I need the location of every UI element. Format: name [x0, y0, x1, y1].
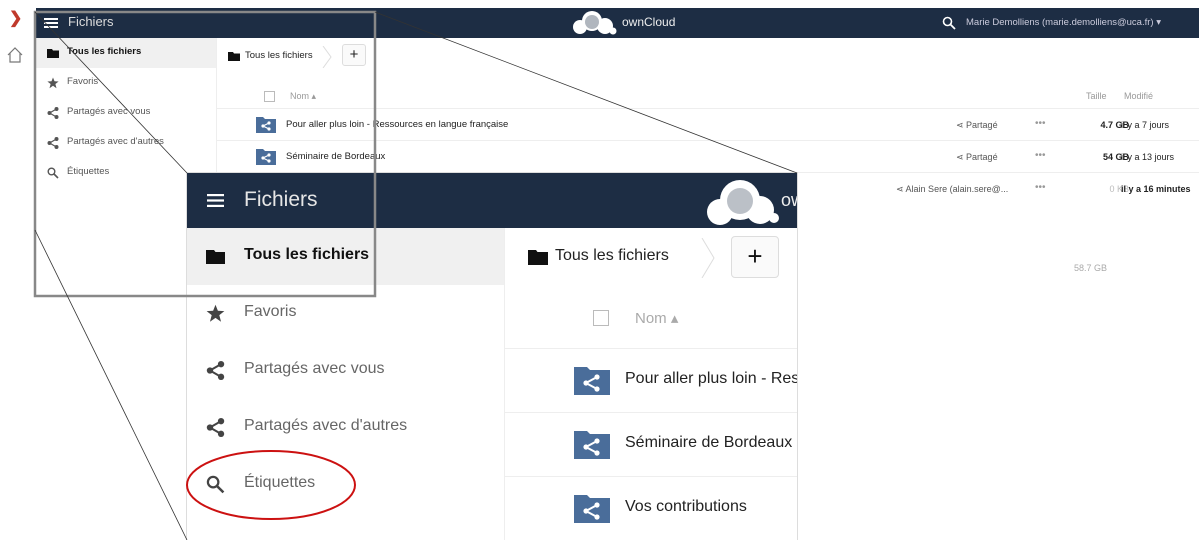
- column-header: Nom ▴: [504, 288, 797, 348]
- share-icon: [206, 418, 225, 437]
- breadcrumb-label: Tous les fichiers: [555, 247, 669, 264]
- top-bar: Fichiers ownCloud Marie Demolliens (mari…: [36, 8, 1199, 38]
- modified-date: il y a 7 jours: [1121, 120, 1170, 130]
- star-icon: [206, 304, 225, 322]
- add-button[interactable]: +: [342, 44, 366, 66]
- brand-name[interactable]: ownCloud: [622, 15, 675, 29]
- sidebar-item-label: Étiquettes: [244, 474, 316, 491]
- folder-icon: [47, 49, 59, 58]
- file-name[interactable]: Vos contributions: [625, 498, 747, 516]
- share-icon: [47, 107, 59, 119]
- sidebar-item-label: Tous les fichiers: [244, 246, 370, 263]
- zoom-top-bar: Fichiers ow: [187, 173, 797, 228]
- sidebar-item-label: Tous les fichiers: [67, 46, 142, 57]
- sidebar-item-favorites[interactable]: Favoris: [36, 68, 216, 98]
- share-label: Alain Sere (alain.sere@...: [905, 184, 1009, 194]
- shared-folder-icon: [574, 367, 610, 395]
- sidebar-item-label: Partagés avec vous: [67, 106, 151, 117]
- app-title[interactable]: Fichiers: [68, 14, 114, 29]
- column-header: Nom ▴ Taille Modifié: [216, 86, 1199, 108]
- sidebar-item-label: Partagés avec vous: [244, 360, 385, 377]
- sidebar-item-label: Partagés avec d'autres: [244, 417, 408, 434]
- folder-icon: [206, 250, 225, 264]
- share-icon: [206, 361, 225, 380]
- shared-folder-icon: [256, 149, 276, 165]
- sidebar-item-shared-with-others[interactable]: Partagés avec d'autres: [36, 128, 216, 158]
- share-status[interactable]: ⋖ Alain Sere (alain.sere@...: [896, 184, 1008, 195]
- sidebar-item-shared-with-others[interactable]: Partagés avec d'autres: [187, 399, 504, 456]
- menu-icon[interactable]: [207, 193, 224, 208]
- sidebar-item-all-files[interactable]: Tous les fichiers: [187, 228, 504, 285]
- owncloud-logo-icon[interactable]: [700, 174, 780, 228]
- shared-folder-icon: [574, 431, 610, 459]
- sidebar-item-favorites[interactable]: Favoris: [187, 285, 504, 342]
- zoom-file-list: Tous les fichiers + Nom ▴ Pour aller plu…: [504, 228, 797, 540]
- share-label: Partagé: [966, 152, 998, 162]
- table-row[interactable]: Pour aller plus loin - Res: [504, 348, 797, 413]
- modified-date: il y a 13 jours: [1121, 152, 1175, 162]
- folder-icon: [228, 52, 240, 61]
- search-icon[interactable]: [942, 16, 956, 30]
- sidebar-item-shared-with-you[interactable]: Partagés avec vous: [187, 342, 504, 399]
- shared-folder-icon: [256, 117, 276, 133]
- chevron-right-icon[interactable]: ❯: [9, 8, 22, 28]
- shared-folder-icon: [574, 495, 610, 523]
- share-label: Partagé: [966, 120, 998, 130]
- file-name[interactable]: Séminaire de Bordeaux: [286, 151, 385, 162]
- owncloud-logo-icon[interactable]: [566, 10, 618, 36]
- table-row[interactable]: Pour aller plus loin - Ressources en lan…: [216, 108, 1199, 141]
- folder-icon: [528, 250, 548, 265]
- share-status[interactable]: ⋖ Partagé: [956, 120, 998, 131]
- file-actions-menu[interactable]: •••: [1035, 182, 1046, 193]
- sidebar-item-all-files[interactable]: Tous les fichiers: [36, 38, 216, 68]
- menu-icon[interactable]: [44, 15, 58, 31]
- brand-name[interactable]: ow: [781, 190, 797, 211]
- share-status[interactable]: ⋖ Partagé: [956, 152, 998, 163]
- search-icon: [206, 475, 225, 494]
- sidebar-item-label: Étiquettes: [67, 166, 110, 177]
- zoom-inset: Fichiers ow Tous les fichiers Favoris Pa…: [187, 173, 797, 540]
- search-icon: [47, 167, 59, 179]
- table-row[interactable]: Séminaire de Bordeaux: [504, 412, 797, 477]
- table-row[interactable]: Séminaire de Bordeaux ⋖ Partagé ••• 54 G…: [216, 140, 1199, 173]
- total-size: 58.7 GB: [1074, 263, 1108, 273]
- sort-by-name[interactable]: Nom ▴: [290, 91, 316, 102]
- share-icon: [47, 137, 59, 149]
- modified-date: il y a 16 minutes: [1121, 184, 1191, 194]
- left-gutter: ❯: [0, 0, 36, 540]
- home-icon[interactable]: [6, 46, 24, 64]
- select-all-checkbox[interactable]: [264, 91, 275, 102]
- app-title[interactable]: Fichiers: [244, 188, 318, 212]
- add-button[interactable]: +: [731, 236, 779, 278]
- sort-by-name[interactable]: Nom ▴: [635, 309, 678, 327]
- star-icon: [47, 77, 59, 89]
- sidebar-item-label: Partagés avec d'autres: [67, 136, 164, 147]
- sidebar-item-label: Favoris: [244, 303, 297, 320]
- sidebar-item-shared-with-you[interactable]: Partagés avec vous: [36, 98, 216, 128]
- sort-by-modified[interactable]: Modifié: [1124, 91, 1153, 101]
- zoom-sidebar: Tous les fichiers Favoris Partagés avec …: [187, 228, 505, 540]
- breadcrumb[interactable]: Tous les fichiers: [528, 238, 715, 278]
- select-all-checkbox[interactable]: [593, 310, 609, 326]
- file-name[interactable]: Pour aller plus loin - Ressources en lan…: [286, 119, 508, 130]
- file-name[interactable]: Pour aller plus loin - Res: [625, 370, 797, 388]
- file-name[interactable]: Séminaire de Bordeaux: [625, 434, 792, 452]
- breadcrumb-separator: [701, 238, 715, 278]
- user-menu[interactable]: Marie Demolliens (marie.demolliens@uca.f…: [966, 17, 1161, 28]
- sort-by-size[interactable]: Taille: [1086, 91, 1107, 101]
- sidebar-item-tags[interactable]: Étiquettes: [187, 456, 504, 513]
- table-row[interactable]: Vos contributions: [504, 476, 797, 540]
- breadcrumb-separator: [322, 46, 332, 68]
- sidebar-item-label: Favoris: [67, 76, 99, 87]
- file-actions-menu[interactable]: •••: [1035, 118, 1046, 129]
- file-actions-menu[interactable]: •••: [1035, 150, 1046, 161]
- breadcrumb-label: Tous les fichiers: [245, 50, 313, 61]
